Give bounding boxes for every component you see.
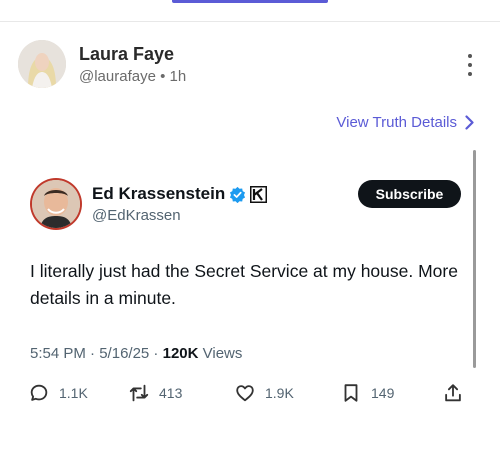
tweet-time[interactable]: 5:54 PM <box>30 345 86 362</box>
bookmark-icon <box>344 384 358 402</box>
chevron-right-icon <box>465 115 474 130</box>
tweet-actions: 1.1K 413 1.9K 149 <box>28 382 472 408</box>
like-count: 1.9K <box>265 385 294 401</box>
views-label: Views <box>202 345 243 362</box>
tweet-name-row: Ed Krassenstein <box>92 184 268 204</box>
view-truth-details-link[interactable]: View Truth Details <box>336 114 474 131</box>
tweet-text: I literally just had the Secret Service … <box>30 261 458 308</box>
tweet-meta: 5:54 PM · 5/16/25 · 120K Views <box>30 345 243 362</box>
verified-badge-icon <box>230 186 246 203</box>
author-meta: @laurafaye • 1h <box>79 68 186 85</box>
active-tab-indicator <box>172 0 328 3</box>
embed-scrollbar[interactable] <box>473 150 476 368</box>
repost-button[interactable]: 413 <box>128 382 182 404</box>
author-avatar[interactable] <box>18 40 66 88</box>
post-time: 1h <box>169 68 187 85</box>
like-icon <box>236 385 254 402</box>
author-name[interactable]: Laura Faye <box>79 44 174 65</box>
k-badge-icon <box>250 185 268 203</box>
reply-button[interactable]: 1.1K <box>28 382 88 404</box>
tweet-author-avatar[interactable] <box>30 178 82 230</box>
views-count: 120K <box>162 345 199 362</box>
view-truth-details-label: View Truth Details <box>336 114 457 131</box>
subscribe-button[interactable]: Subscribe <box>358 180 461 208</box>
like-button[interactable]: 1.9K <box>234 382 294 404</box>
meta-separator: • <box>160 68 166 85</box>
tweet-author-handle[interactable]: @EdKrassen <box>92 207 181 224</box>
share-icon <box>445 384 461 402</box>
tweet-date[interactable]: 5/16/25 <box>99 345 149 362</box>
bookmark-count: 149 <box>371 385 395 401</box>
tweet-author-name[interactable]: Ed Krassenstein <box>92 184 225 204</box>
reply-icon <box>30 384 48 401</box>
author-handle[interactable]: @laurafaye <box>79 68 156 85</box>
post-header: Laura Faye @laurafaye • 1h <box>18 40 482 92</box>
bookmark-button[interactable]: 149 <box>340 382 394 404</box>
share-button[interactable] <box>442 382 464 404</box>
repost-icon <box>129 384 149 402</box>
header-divider <box>0 21 500 22</box>
repost-count: 413 <box>159 385 183 401</box>
more-vertical-icon[interactable] <box>466 54 474 76</box>
reply-count: 1.1K <box>59 385 88 401</box>
